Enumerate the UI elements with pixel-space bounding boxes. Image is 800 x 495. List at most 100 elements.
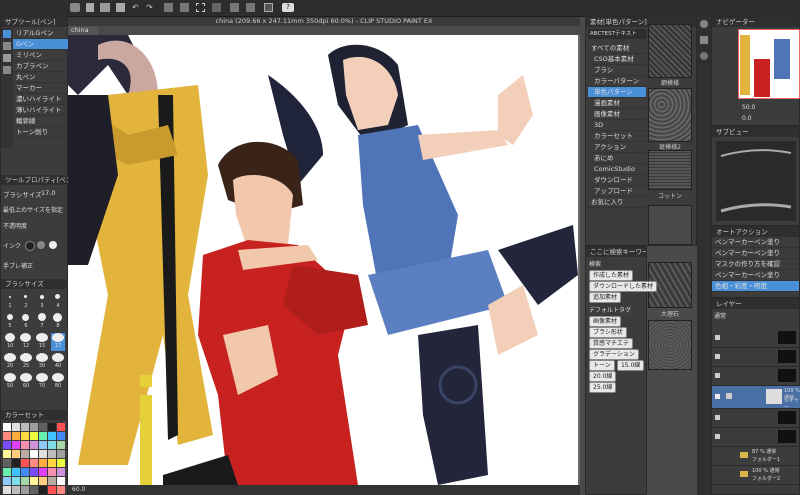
color-swatch[interactable]	[48, 432, 56, 440]
brush-item[interactable]: 薄いハイライト	[13, 105, 68, 116]
color-swatch[interactable]	[57, 432, 65, 440]
ink-swatch-a[interactable]	[25, 241, 35, 251]
color-swatch[interactable]	[30, 459, 38, 467]
tag-button[interactable]: ダウンロードした素材	[589, 281, 658, 292]
color-swatch[interactable]	[57, 450, 65, 458]
artwork[interactable]	[68, 35, 580, 485]
tree-item[interactable]: アップロード	[588, 186, 646, 197]
color-swatch[interactable]	[30, 477, 38, 485]
material-search[interactable]: ABCTESTテキスト	[588, 29, 646, 39]
color-swatch[interactable]	[30, 423, 38, 431]
min-size-row[interactable]: 最低上のサイズを指定	[3, 205, 67, 215]
color-swatch[interactable]	[21, 468, 29, 476]
tree-item[interactable]: 画像素材	[588, 109, 646, 120]
ruler-icon[interactable]	[246, 3, 255, 12]
ink-swatch-b[interactable]	[37, 241, 45, 249]
brush-item[interactable]: Gペン	[13, 39, 68, 50]
eraser-tool-icon[interactable]	[3, 54, 11, 62]
tree-item[interactable]: 単色パターン	[588, 87, 646, 98]
grid-icon[interactable]	[230, 3, 239, 12]
color-swatches[interactable]	[3, 423, 65, 495]
color-swatch[interactable]	[3, 441, 11, 449]
size-cell[interactable]: 6	[19, 313, 33, 331]
color-swatch[interactable]	[21, 459, 29, 467]
navigator-preview[interactable]	[737, 28, 800, 100]
color-swatch[interactable]	[39, 477, 47, 485]
tree-item[interactable]: アクション	[588, 142, 646, 153]
size-cell[interactable]: 3	[35, 293, 49, 311]
color-icon[interactable]	[264, 3, 273, 12]
tree-item[interactable]: あにめ	[588, 153, 646, 164]
color-swatch[interactable]	[30, 441, 38, 449]
size-cell[interactable]: 8	[51, 313, 65, 331]
color-swatch[interactable]	[21, 477, 29, 485]
size-cell[interactable]: 12	[19, 333, 33, 351]
home-icon[interactable]	[70, 3, 80, 12]
color-swatch[interactable]	[21, 441, 29, 449]
color-swatch[interactable]	[57, 423, 65, 431]
material-tile[interactable]	[648, 150, 692, 190]
size-cell[interactable]: 40	[51, 353, 65, 371]
tree-item[interactable]: CSO基本素材	[588, 54, 646, 65]
ink-row[interactable]: インク	[3, 241, 67, 251]
fill-tool-icon[interactable]	[3, 66, 11, 74]
ink-swatch-c[interactable]	[49, 241, 57, 249]
default-tag-button[interactable]: 質感マチエテ	[589, 338, 634, 349]
material-tile[interactable]	[648, 320, 692, 370]
navigator-angle-row[interactable]: 0.0	[742, 114, 798, 124]
canvas-tab[interactable]: china	[68, 26, 98, 35]
color-swatch[interactable]	[39, 468, 47, 476]
size-cell[interactable]: 15	[35, 333, 49, 351]
tree-item[interactable]: すべての素材	[588, 43, 646, 54]
color-swatch[interactable]	[21, 432, 29, 440]
color-swatch[interactable]	[3, 486, 11, 494]
material-tile[interactable]	[648, 88, 692, 142]
color-swatch[interactable]	[12, 459, 20, 467]
size-cell[interactable]: 7	[35, 313, 49, 331]
status-zoom[interactable]: 60.0	[68, 486, 85, 493]
color-swatch[interactable]	[3, 459, 11, 467]
density-row[interactable]: 不透明度	[3, 221, 67, 231]
info-icon[interactable]	[700, 52, 708, 60]
default-tag-button[interactable]: 20.0線	[589, 371, 617, 382]
size-cell[interactable]: 2	[19, 293, 33, 311]
color-swatch[interactable]	[57, 441, 65, 449]
default-tag-button[interactable]: グラデーション	[589, 349, 639, 360]
color-swatch[interactable]	[12, 441, 20, 449]
size-cell[interactable]: 50	[3, 373, 17, 391]
color-swatch[interactable]	[12, 468, 20, 476]
material-tile[interactable]	[648, 24, 692, 78]
tree-item[interactable]: ダウンロード	[588, 175, 646, 186]
color-swatch[interactable]	[57, 486, 65, 494]
action-item[interactable]: ペンマーカーペン塗り	[712, 248, 799, 259]
color-swatch[interactable]	[39, 450, 47, 458]
size-cell[interactable]: 10	[3, 333, 17, 351]
color-swatch[interactable]	[12, 477, 20, 485]
action-item[interactable]: ペンマーカーペン塗り	[712, 270, 799, 281]
color-swatch[interactable]	[12, 432, 20, 440]
color-swatch[interactable]	[3, 477, 11, 485]
color-swatch[interactable]	[21, 423, 29, 431]
color-swatch[interactable]	[30, 450, 38, 458]
color-swatch[interactable]	[21, 486, 29, 494]
tree-item[interactable]: ブラシ	[588, 65, 646, 76]
new-file-icon[interactable]	[86, 3, 94, 12]
action-item[interactable]: 色相・彩度・明度	[712, 281, 799, 292]
navigator-zoom-row[interactable]: 50.0	[742, 103, 798, 113]
color-swatch[interactable]	[48, 450, 56, 458]
brush-item[interactable]: カブラペン	[13, 61, 68, 72]
brush-item[interactable]: 濃いハイライト	[13, 94, 68, 105]
eye-icon[interactable]	[715, 335, 720, 340]
redo-icon[interactable]: ↷	[146, 3, 155, 12]
layer-item[interactable]	[712, 428, 800, 447]
default-tag-button[interactable]: 画像素材	[589, 316, 622, 327]
size-cell[interactable]: 80	[51, 373, 65, 391]
save-icon[interactable]	[116, 3, 125, 12]
color-swatch[interactable]	[12, 486, 20, 494]
layer-item[interactable]	[712, 367, 800, 386]
tree-item[interactable]: カラーセット	[588, 131, 646, 142]
brush-tool-icon[interactable]	[3, 42, 11, 50]
invert-icon[interactable]	[212, 3, 221, 12]
layer-blend-row[interactable]: 通常	[714, 311, 798, 320]
action-item[interactable]: マスクの作り方を確認	[712, 259, 799, 270]
